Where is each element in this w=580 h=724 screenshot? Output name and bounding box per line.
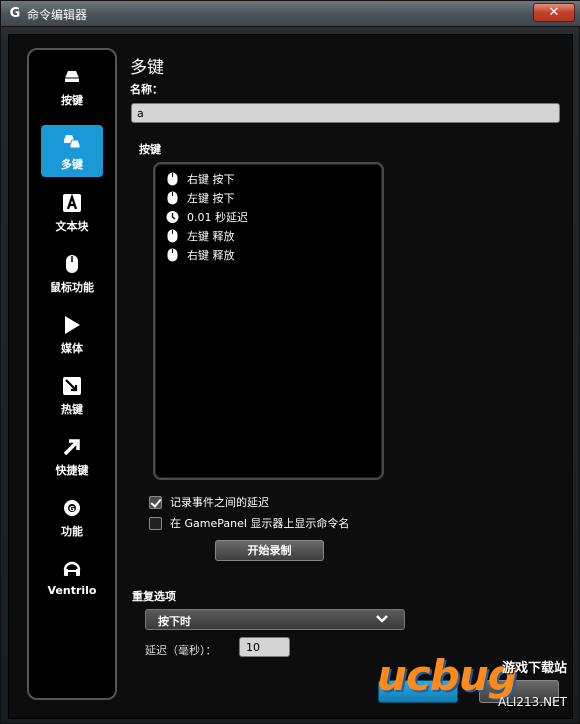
record-delays-label: 记录事件之间的延迟: [170, 496, 269, 509]
record-delays-checkbox[interactable]: [149, 495, 162, 509]
key-event-text: 0.01 秒延迟: [187, 211, 248, 224]
name-field[interactable]: [131, 103, 560, 123]
record-delays-option[interactable]: 记录事件之间的延迟: [149, 495, 269, 509]
show-on-gamepanel-checkbox[interactable]: [149, 516, 162, 530]
mouse-icon: [167, 191, 178, 205]
list-item[interactable]: 右键 释放: [166, 247, 235, 263]
sidebar-item-media[interactable]: 媒体: [41, 309, 103, 361]
command-editor-window: G 命令编辑器 ✕ 按键 多键 文本块 鼠标功能 媒体 热键 快捷键 G 功能 …: [0, 0, 580, 724]
list-item[interactable]: 左键 释放: [166, 228, 235, 244]
shortcut-arrow-icon: [63, 439, 80, 456]
watermark-text: 游戏下载站: [501, 661, 567, 676]
start-recording-button[interactable]: 开始录制: [215, 540, 324, 561]
title-bar[interactable]: G 命令编辑器 ✕: [1, 1, 580, 27]
sidebar-item-label: 快捷键: [55, 464, 89, 477]
sidebar-item-text-block[interactable]: 文本块: [41, 187, 103, 239]
sidebar-item-label: 鼠标功能: [50, 281, 94, 294]
list-item[interactable]: 左键 按下: [166, 190, 235, 206]
sidebar-item-shortcut[interactable]: 快捷键: [41, 431, 103, 483]
show-on-gamepanel-option[interactable]: 在 GamePanel 显示器上显示命令名: [149, 516, 349, 530]
show-on-gamepanel-label: 在 GamePanel 显示器上显示命令名: [170, 517, 350, 530]
sidebar-item-label: Ventrilo: [47, 584, 97, 597]
key-event-text: 左键 释放: [187, 230, 235, 243]
list-item[interactable]: 0.01 秒延迟: [166, 209, 248, 225]
sidebar-item-keystroke[interactable]: 按键: [41, 61, 103, 113]
key-event-text: 左键 按下: [187, 192, 235, 205]
sidebar-item-hotkey[interactable]: 热键: [41, 370, 103, 422]
mouse-icon: [167, 248, 178, 262]
name-label: 名称：: [130, 83, 163, 96]
sidebar-item-label: 文本块: [55, 220, 89, 233]
key-event-text: 右键 按下: [187, 173, 235, 186]
repeat-mode-value: 按下时: [158, 615, 191, 628]
sidebar-item-label: 媒体: [61, 342, 83, 355]
sidebar-item-ventrilo[interactable]: Ventrilo: [41, 553, 103, 605]
delay-label: 延迟（毫秒）：: [145, 644, 217, 657]
sidebar-item-multikey[interactable]: 多键: [41, 125, 103, 177]
key-icon: [65, 71, 79, 82]
close-button[interactable]: ✕: [533, 3, 575, 22]
sidebar-item-label: 多键: [61, 158, 83, 171]
repeat-mode-select[interactable]: 按下时: [145, 609, 405, 630]
watermark-url: ALI213.NET: [497, 695, 567, 709]
keys-label: 按键: [139, 143, 161, 156]
window-title: 命令编辑器: [27, 8, 88, 22]
function-gear-icon: G: [64, 500, 80, 516]
mouse-icon: [66, 255, 78, 273]
play-icon: [65, 316, 80, 334]
mouse-icon: [167, 172, 178, 186]
command-type-sidebar: 按键 多键 文本块 鼠标功能 媒体 热键 快捷键 G 功能 Ventrilo: [27, 48, 117, 700]
hotkey-icon: [63, 377, 81, 395]
watermark: ucbug 游戏下载站 ALI213.NET: [361, 647, 571, 717]
key-event-text: 右键 释放: [187, 249, 235, 262]
delay-ms-field[interactable]: [239, 637, 290, 657]
mouse-icon: [167, 229, 178, 243]
sidebar-item-label: 按键: [61, 94, 83, 107]
sidebar-item-mouse-function[interactable]: 鼠标功能: [41, 248, 103, 300]
sidebar-item-label: 功能: [61, 525, 83, 538]
chevron-down-icon: [376, 615, 388, 623]
key-event-list[interactable]: 右键 按下 左键 按下 0.01 秒延迟 左键 释放 右键 释放: [153, 162, 384, 480]
text-block-icon: [63, 193, 81, 212]
headset-icon: [63, 561, 81, 576]
logitech-g-icon: G: [9, 6, 21, 21]
svg-text:G: G: [69, 505, 75, 513]
multikey-icon: [64, 135, 81, 149]
repeat-options-label: 重复选项: [132, 590, 176, 603]
sidebar-item-function[interactable]: G 功能: [41, 492, 103, 544]
sidebar-item-label: 热键: [61, 403, 83, 416]
watermark-logo: ucbug: [377, 651, 518, 700]
page-title: 多键: [130, 58, 164, 78]
list-item[interactable]: 右键 按下: [166, 171, 235, 187]
clock-icon: [166, 211, 179, 223]
